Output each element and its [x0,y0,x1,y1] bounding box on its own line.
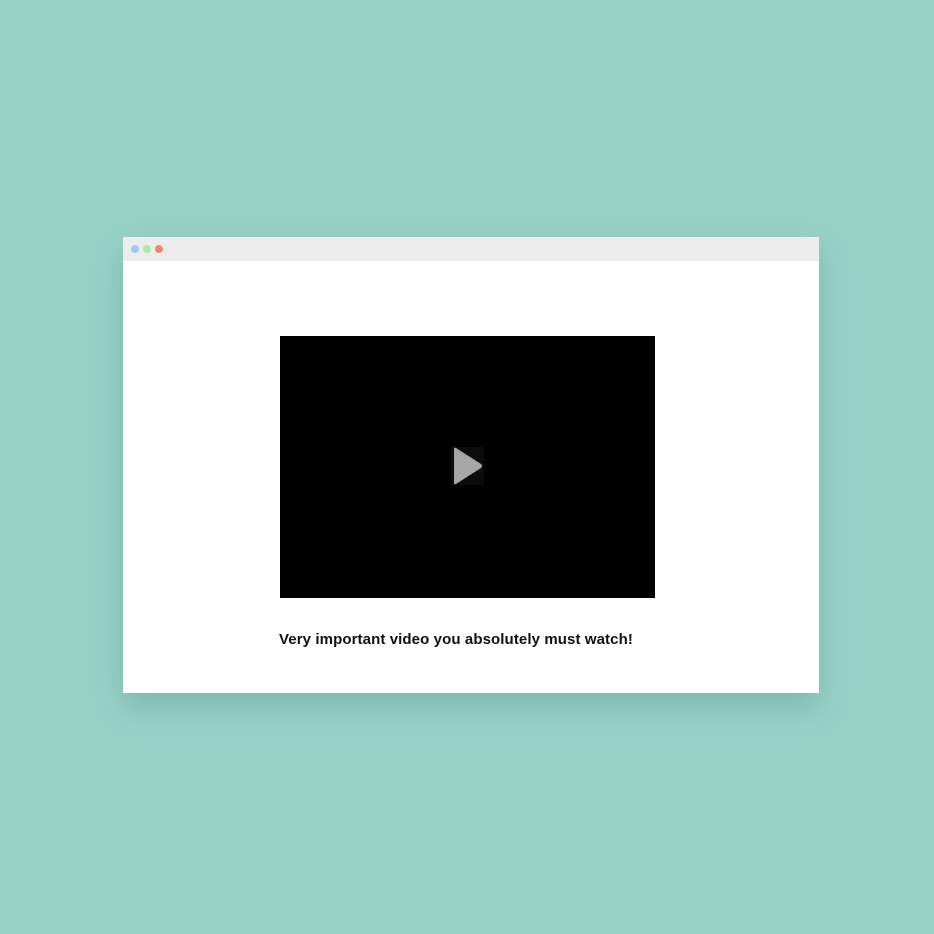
video-caption: Very important video you absolutely must… [279,631,633,648]
play-icon [454,447,482,485]
window-control-red[interactable] [155,245,163,253]
window-control-green[interactable] [143,245,151,253]
window-control-blue[interactable] [131,245,139,253]
window-titlebar [123,237,819,261]
video-player[interactable] [280,336,655,598]
browser-window: Very important video you absolutely must… [123,237,819,693]
play-button[interactable] [451,447,484,485]
